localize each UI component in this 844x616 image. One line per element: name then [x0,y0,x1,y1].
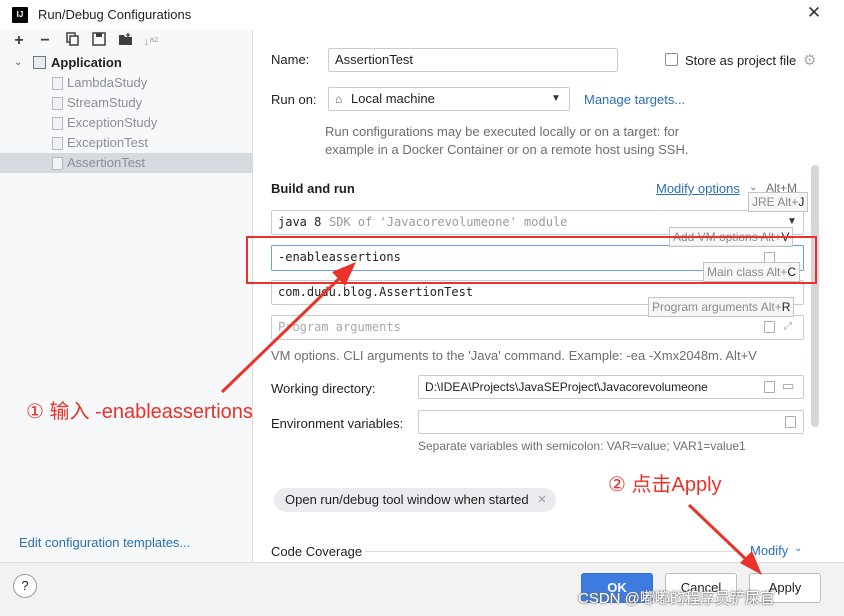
annotation-arrows [220,262,762,575]
watermark: CSDN @嘟嘟的程序员铲屎官 [578,590,775,607]
annotation-step-1: ① 输入 -enableassertions [26,401,253,423]
annotation-step-2: ② 点击Apply [608,474,722,496]
